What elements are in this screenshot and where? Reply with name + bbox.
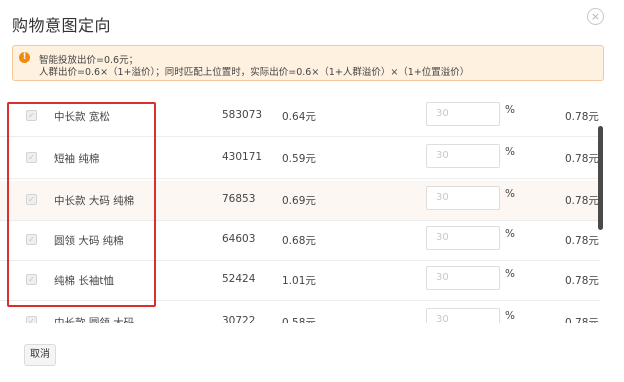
premium-input[interactable]: 30 — [426, 144, 500, 168]
bid-price: 0.59元 — [282, 153, 316, 165]
premium-input[interactable]: 30 — [426, 102, 500, 126]
keyword-label: 圆领 大码 纯棉 — [54, 235, 124, 247]
audience-count: 76853 — [222, 193, 256, 205]
row-checkbox[interactable]: ✓ — [26, 316, 37, 323]
row-checkbox[interactable]: ✓ — [26, 152, 37, 163]
notice-line-2: 人群出价=0.6×（1+溢价）；同时匹配上位置时，实际出价=0.6×（1+人群溢… — [39, 67, 470, 78]
bid-notice: ! 智能投放出价=0.6元； 人群出价=0.6×（1+溢价）；同时匹配上位置时，… — [12, 45, 604, 81]
table-row: ✓ 短袖 纯棉 430171 0.59元 30 % 0.78元 — [0, 139, 600, 179]
premium-input[interactable]: 30 — [426, 226, 500, 250]
final-price: 0.78元 — [565, 235, 599, 247]
keyword-label: 短袖 纯棉 — [54, 153, 100, 165]
final-price: 0.78元 — [565, 153, 599, 165]
premium-input[interactable]: 30 — [426, 266, 500, 290]
premium-input[interactable]: 30 — [426, 186, 500, 210]
percent-unit: % — [505, 310, 515, 322]
bid-price: 0.69元 — [282, 195, 316, 207]
row-checkbox[interactable]: ✓ — [26, 110, 37, 121]
table-row: ✓ 纯棉 长袖t恤 52424 1.01元 30 % 0.78元 — [0, 261, 600, 301]
premium-input[interactable]: 30 — [426, 308, 500, 323]
warning-icon: ! — [19, 52, 30, 63]
bid-price: 1.01元 — [282, 275, 316, 287]
bid-price: 0.68元 — [282, 235, 316, 247]
final-price: 0.78元 — [565, 111, 599, 123]
keyword-label: 纯棉 长袖t恤 — [54, 275, 114, 287]
table-row: ✓ 中长款 宽松 583073 0.64元 30 % 0.78元 — [0, 97, 600, 137]
audience-count: 64603 — [222, 233, 256, 245]
audience-count: 30722 — [222, 315, 256, 323]
table-row: ✓ 中长款 大码 纯棉 76853 0.69元 30 % 0.78元 — [0, 181, 600, 221]
bid-price: 0.64元 — [282, 111, 316, 123]
percent-unit: % — [505, 268, 515, 280]
audience-count: 430171 — [222, 151, 263, 163]
percent-unit: % — [505, 228, 515, 240]
close-icon[interactable]: × — [587, 8, 604, 25]
final-price: 0.78元 — [565, 195, 599, 207]
row-checkbox[interactable]: ✓ — [26, 234, 37, 245]
table-row: ✓ 圆领 大码 纯棉 64603 0.68元 30 % 0.78元 — [0, 221, 600, 261]
final-price: 0.78元 — [565, 317, 599, 323]
row-checkbox[interactable]: ✓ — [26, 194, 37, 205]
cancel-button[interactable]: 取消 — [24, 344, 56, 366]
audience-count: 52424 — [222, 273, 256, 285]
row-checkbox[interactable]: ✓ — [26, 274, 37, 285]
keyword-label: 中长款 圆领 大码 — [54, 317, 135, 323]
purchase-intent-dialog: 购物意图定向 × ! 智能投放出价=0.6元； 人群出价=0.6×（1+溢价）；… — [0, 0, 624, 382]
percent-unit: % — [505, 104, 515, 116]
final-price: 0.78元 — [565, 275, 599, 287]
table-row: ✓ 中长款 圆领 大码 30722 0.58元 30 % 0.78元 — [0, 303, 600, 323]
audience-count: 583073 — [222, 109, 263, 121]
keyword-list: ✓ 中长款 宽松 583073 0.64元 30 % 0.78元 ✓ 短袖 纯棉… — [0, 97, 624, 323]
keyword-label: 中长款 大码 纯棉 — [54, 195, 135, 207]
scrollbar-thumb[interactable] — [598, 126, 603, 230]
percent-unit: % — [505, 188, 515, 200]
dialog-title: 购物意图定向 — [12, 16, 112, 35]
keyword-label: 中长款 宽松 — [54, 111, 110, 123]
percent-unit: % — [505, 146, 515, 158]
bid-price: 0.58元 — [282, 317, 316, 323]
